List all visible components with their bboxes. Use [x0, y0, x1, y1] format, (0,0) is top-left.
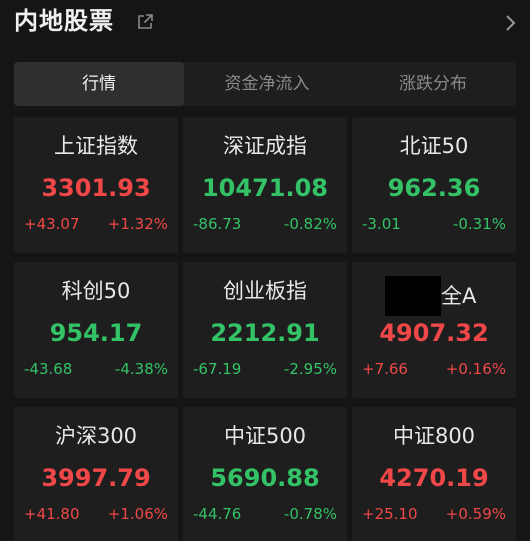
index-price: 10471.08 — [201, 174, 328, 202]
index-price: 2212.91 — [210, 319, 320, 347]
index-change-pct: -0.31% — [452, 215, 506, 233]
page-title: 内地股票 — [14, 7, 114, 35]
index-change: -44.76 — [193, 505, 242, 523]
index-card-szse[interactable]: 深证成指 10471.08 -86.73 -0.82% — [183, 117, 347, 253]
header: 内地股票 — [0, 0, 530, 50]
index-change: +43.07 — [24, 215, 80, 233]
index-change: -3.01 — [362, 215, 401, 233]
index-card-csi500[interactable]: 中证500 5690.88 -44.76 -0.78% — [183, 407, 347, 541]
chevron-right-icon[interactable] — [504, 13, 518, 33]
index-name-wrap: 全A — [352, 276, 516, 316]
index-name: 全A — [441, 284, 477, 308]
tab-bar: 行情 资金净流入 涨跌分布 — [14, 62, 516, 106]
index-card-csi300[interactable]: 沪深300 3997.79 +41.80 +1.06% — [14, 407, 178, 541]
index-name: 沪深300 — [54, 424, 138, 448]
index-card-star50[interactable]: 科创50 954.17 -43.68 -4.38% — [14, 262, 178, 398]
index-change-pct: -0.82% — [283, 215, 337, 233]
index-change: +41.80 — [24, 505, 80, 523]
index-card-chinext[interactable]: 创业板指 2212.91 -67.19 -2.95% — [183, 262, 347, 398]
index-price: 4270.19 — [379, 464, 489, 492]
index-change: -67.19 — [193, 360, 242, 378]
index-card-bse50[interactable]: 北证50 962.36 -3.01 -0.31% — [352, 117, 516, 253]
index-change-pct: +0.16% — [445, 360, 506, 378]
tab-distribution[interactable]: 涨跌分布 — [350, 62, 516, 106]
index-change: -43.68 — [24, 360, 73, 378]
index-price: 4907.32 — [379, 319, 489, 347]
index-change: +25.10 — [362, 505, 418, 523]
index-name: 深证成指 — [223, 134, 307, 158]
index-name: 北证50 — [399, 134, 469, 158]
index-change-pct: +0.59% — [445, 505, 506, 523]
index-name: 中证800 — [392, 424, 476, 448]
index-name: 中证500 — [223, 424, 307, 448]
index-name: 创业板指 — [223, 279, 307, 303]
index-change: +7.66 — [362, 360, 408, 378]
market-panel: 内地股票 行情 资金净流入 涨跌分布 上证指数 3301.93 +43.07 +… — [0, 0, 530, 541]
index-name: 上证指数 — [54, 134, 138, 158]
redaction-block — [385, 276, 441, 316]
index-price: 954.17 — [49, 319, 143, 347]
index-name: 科创50 — [61, 279, 131, 303]
index-card-csi800[interactable]: 中证800 4270.19 +25.10 +0.59% — [352, 407, 516, 541]
index-change: -86.73 — [193, 215, 242, 233]
index-change-pct: +1.06% — [107, 505, 168, 523]
share-icon[interactable] — [136, 13, 154, 31]
index-card-sse[interactable]: 上证指数 3301.93 +43.07 +1.32% — [14, 117, 178, 253]
index-price: 3301.93 — [41, 174, 151, 202]
tab-net-inflow[interactable]: 资金净流入 — [184, 62, 350, 106]
index-price: 5690.88 — [210, 464, 320, 492]
index-change-pct: -4.38% — [114, 360, 168, 378]
index-change-pct: +1.32% — [107, 215, 168, 233]
index-change-pct: -2.95% — [283, 360, 337, 378]
index-card-all-a[interactable]: 全A 4907.32 +7.66 +0.16% — [352, 262, 516, 398]
index-change-pct: -0.78% — [283, 505, 337, 523]
tab-market[interactable]: 行情 — [14, 62, 184, 106]
index-price: 962.36 — [387, 174, 481, 202]
index-price: 3997.79 — [41, 464, 151, 492]
